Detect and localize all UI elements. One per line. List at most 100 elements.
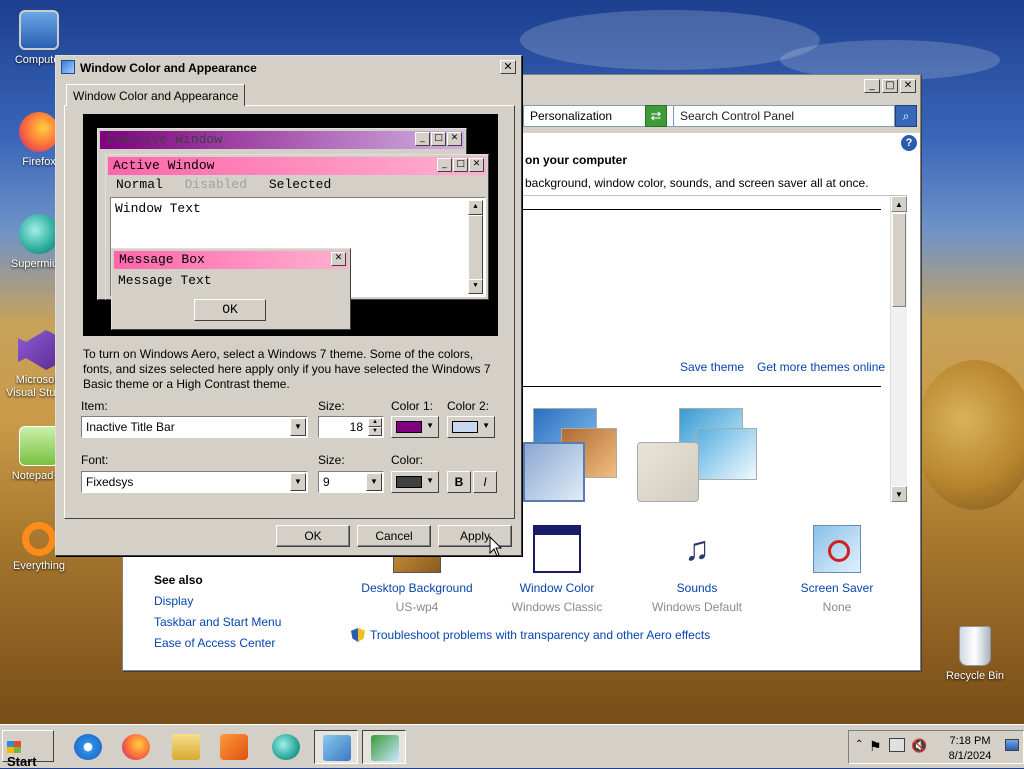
taskbar-explorer[interactable] [164, 730, 208, 764]
font-color-label: Color: [391, 453, 424, 467]
font-color-swatch [396, 476, 422, 488]
taskbar-media-player[interactable] [212, 730, 256, 764]
close-button[interactable]: ✕ [500, 60, 516, 74]
window-color-dialog[interactable]: Window Color and Appearance ✕ Window Col… [55, 55, 522, 556]
maximize-button[interactable]: □ [882, 79, 898, 93]
address-text: Personalization [530, 109, 613, 123]
search-icon[interactable]: ⌕ [895, 105, 917, 127]
close-icon: ✕ [447, 132, 462, 146]
taskbar-firefox[interactable] [114, 730, 158, 764]
italic-button[interactable]: I [473, 471, 497, 493]
preview-active-titlebar[interactable]: Active Window _ □ ✕ [108, 157, 486, 175]
action-center-flag-icon[interactable]: ⚑ [869, 738, 882, 755]
color2-picker[interactable]: ▼ [447, 416, 495, 438]
help-icon[interactable]: ? [901, 135, 917, 151]
font-select-value: Fixedsys [86, 475, 134, 489]
chevron-down-icon[interactable]: ▼ [366, 473, 382, 491]
preview-message-box-titlebar[interactable]: Message Box ✕ [114, 251, 348, 269]
desktop-icon-recycle-bin[interactable]: Recycle Bin [940, 626, 1010, 683]
bottom-item-value: US-wp4 [395, 600, 439, 614]
start-button[interactable]: Start [2, 730, 54, 769]
font-select[interactable]: Fixedsys ▼ [81, 471, 308, 493]
window-controls: _ □ ✕ [864, 79, 916, 93]
bottom-item-value: Windows Classic [511, 600, 603, 614]
chevron-down-icon: ▼ [426, 421, 434, 430]
show-desktop-icon[interactable] [1005, 739, 1019, 751]
chevron-down-icon[interactable]: ▼ [290, 473, 306, 491]
clock[interactable]: 7:18 PM 8/1/2024 [941, 734, 999, 764]
preview-inactive-titlebar[interactable]: Inactive Window _ □ ✕ [100, 131, 464, 149]
close-icon: ✕ [469, 158, 484, 172]
item-select[interactable]: Inactive Title Bar ▼ [81, 416, 308, 438]
theme-thumbnail[interactable] [697, 428, 757, 480]
taskbar-window-color[interactable] [362, 730, 406, 764]
bottom-item-label[interactable]: Window Color [497, 581, 617, 595]
close-button[interactable]: ✕ [900, 79, 916, 93]
volume-muted-icon[interactable]: 🔇 [911, 738, 927, 754]
preview-inactive-title: Inactive Window [105, 132, 223, 147]
preview-message-box[interactable]: Message Box ✕ Message Text OK [111, 248, 351, 330]
item-size-label: Size: [318, 399, 345, 413]
preview-menu-disabled: Disabled [184, 177, 248, 192]
minimize-button[interactable]: _ [864, 79, 880, 93]
network-icon[interactable] [889, 738, 905, 752]
computer-icon [19, 10, 59, 50]
color1-picker[interactable]: ▼ [391, 416, 439, 438]
color2-swatch [452, 421, 478, 433]
minimize-icon: _ [415, 132, 430, 146]
sounds-item[interactable]: ♫ Sounds Windows Default [637, 525, 757, 614]
font-color-picker[interactable]: ▼ [391, 471, 439, 493]
theme-scrollbar[interactable]: ▲ ▼ [890, 196, 907, 502]
see-also-link-taskbar[interactable]: Taskbar and Start Menu [154, 615, 281, 629]
item-size-value: 18 [349, 420, 363, 434]
search-placeholder: Search Control Panel [680, 109, 795, 123]
maximize-icon: □ [431, 132, 446, 146]
bottom-item-value: Windows Default [651, 600, 743, 614]
taskbar-ie[interactable] [66, 730, 110, 764]
see-also-link-display[interactable]: Display [154, 594, 193, 608]
spin-down-icon[interactable]: ▼ [368, 427, 382, 436]
screen-saver-item[interactable]: Screen Saver None [777, 525, 897, 614]
font-size-select[interactable]: 9 ▼ [318, 471, 384, 493]
theme-list[interactable]: Save theme Get more themes online ▲ ▼ [521, 195, 907, 502]
tab-window-color[interactable]: Window Color and Appearance [66, 84, 246, 106]
refresh-button[interactable]: ⇄ [645, 105, 667, 127]
spinner-buttons: ▲ ▼ [368, 418, 382, 436]
cancel-button[interactable]: Cancel [357, 525, 431, 547]
preview-scrollbar[interactable]: ▲ ▼ [468, 200, 483, 294]
dialog-titlebar[interactable]: Window Color and Appearance ✕ [58, 58, 519, 78]
item-select-value: Inactive Title Bar [86, 420, 175, 434]
scroll-down-icon[interactable]: ▼ [891, 486, 907, 502]
scroll-down-icon: ▼ [468, 279, 483, 294]
spin-up-icon[interactable]: ▲ [368, 418, 382, 427]
taskbar-supermium[interactable] [264, 730, 308, 764]
bottom-item-label[interactable]: Desktop Background [357, 581, 477, 595]
more-themes-link[interactable]: Get more themes online [757, 360, 885, 374]
save-theme-link[interactable]: Save theme [680, 360, 744, 374]
see-also-link-ease-of-access[interactable]: Ease of Access Center [154, 636, 275, 650]
bottom-item-label[interactable]: Screen Saver [777, 581, 897, 595]
preview-ok-button[interactable]: OK [194, 299, 266, 321]
item-size-spinner[interactable]: 18 ▲ ▼ [318, 416, 384, 438]
tab-panel: Inactive Window _ □ ✕ Active Window _ □ ✕ No… [64, 105, 515, 519]
ok-button[interactable]: OK [276, 525, 350, 547]
theme-thumbnail-selected[interactable] [523, 442, 585, 502]
theme-thumbnail[interactable] [637, 442, 699, 502]
firefox-icon [122, 734, 150, 760]
scroll-up-icon: ▲ [468, 200, 483, 215]
scroll-thumb[interactable] [892, 213, 906, 307]
taskbar-control-panel[interactable] [314, 730, 358, 764]
show-hidden-icons-icon[interactable]: ⌃ [855, 739, 863, 750]
see-also-heading: See also [154, 573, 203, 587]
chevron-down-icon[interactable]: ▼ [290, 418, 306, 436]
bottom-item-label[interactable]: Sounds [637, 581, 757, 595]
color2-label: Color 2: [447, 399, 490, 413]
scroll-up-icon[interactable]: ▲ [891, 196, 907, 212]
troubleshoot-link[interactable]: Troubleshoot problems with transparency … [370, 628, 710, 642]
taskbar: Start ⌃ ⚑ 🔇 7:18 PM 8/1/2024 [0, 724, 1024, 769]
bold-button[interactable]: B [447, 471, 471, 493]
search-input[interactable]: Search Control Panel [673, 105, 895, 127]
appearance-preview[interactable]: Inactive Window _ □ ✕ Active Window _ □ ✕ No… [83, 114, 498, 336]
font-size-value: 9 [323, 475, 330, 489]
chevron-down-icon: ▼ [482, 421, 490, 430]
